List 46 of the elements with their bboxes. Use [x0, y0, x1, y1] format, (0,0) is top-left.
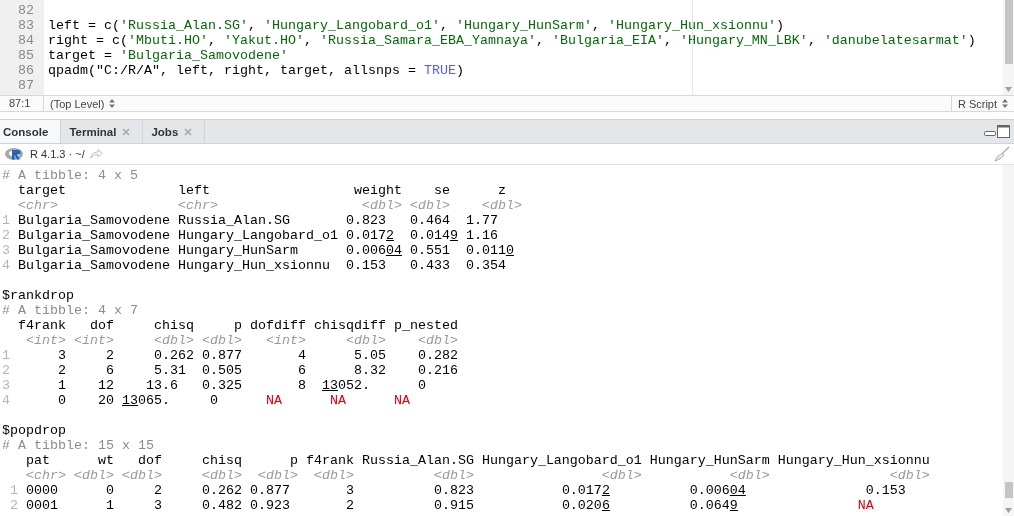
file-type-dropdown[interactable]: R Script — [950, 96, 1014, 111]
code-line: left = c('Russia_Alan.SG', 'Hungary_Langobard_o1', 'Hungary_HunSarm', 'Hungary_Hun_xsionnu') — [47, 18, 784, 33]
console-line: 4 0 20 13065. 0 NA NA NA — [2, 393, 411, 408]
console-line: 2 Bulgaria_Samovodene Hungary_Langobard_o1 0.0172 0.0149 1.16 — [2, 228, 499, 243]
r-version-path: R 4.1.3 · ~/ — [30, 148, 85, 160]
console-line: # A tibble: 15 x 15 — [2, 438, 155, 453]
scroll-down-icon[interactable] — [1005, 87, 1012, 92]
console-line: <chr> <chr> <dbl> <dbl> <dbl> — [17, 198, 523, 213]
scroll-thumb[interactable] — [1004, 482, 1013, 498]
console-pane-tab[interactable]: Jobs — [143, 120, 206, 143]
code-line: right = c('Mbuti.HO', 'Yakut.HO', 'Russia_Samara_EBA_Yamnaya', 'Bulgaria_EIA', 'Hungary_MN_LBK', 'danubelatesarmat') — [47, 33, 976, 48]
console-line: 1 Bulgaria_Samovodene Russia_Alan.SG 0.823 0.464 1.77 — [2, 213, 499, 228]
close-icon[interactable] — [122, 127, 131, 136]
updown-caret-icon — [1002, 99, 1008, 108]
code-line: target = 'Bulgaria_Samovodene' — [47, 48, 288, 63]
console-line: 2 2 6 5.31 0.505 6 8.32 0.216 — [2, 363, 459, 378]
updown-caret-icon — [109, 99, 116, 108]
broom-icon[interactable] — [994, 146, 1010, 162]
scroll-down-icon[interactable] — [1005, 508, 1012, 513]
scroll-thumb[interactable] — [1004, 0, 1013, 64]
scope-dropdown[interactable]: (Top Level) — [44, 96, 122, 111]
console-line: target left weight se z — [17, 183, 507, 198]
console-line: 1 0000 0 2 0.262 0.877 3 0.823 0.0172 0.00604 0.153 — [9, 483, 907, 498]
maximize-icon[interactable] — [997, 125, 1010, 138]
r-logo-icon — [5, 147, 25, 161]
console-line: 1 3 2 0.262 0.877 4 5.05 0.282 — [2, 348, 459, 363]
console-line: 3 1 12 13.6 0.325 8 13052. 0 — [2, 378, 427, 393]
console-line: pat wt dof chisq p f4rank Russia_Alan.SG Hungary_Langobard_o1 Hungary_HunSarm Hungary_Hun_xsionnu — [25, 453, 931, 468]
console-line: 4 Bulgaria_Samovodene Hungary_Hun_xsionnu 0.153 0.433 0.354 — [2, 258, 507, 273]
console-pane-tab[interactable]: Console — [0, 120, 62, 143]
console-pane-tab[interactable]: Terminal — [61, 120, 144, 143]
console-line: 3 Bulgaria_Samovodene Hungary_HunSarm 0.00604 0.551 0.0110 — [2, 243, 515, 258]
console-line: $popdrop — [2, 423, 67, 438]
console-line: <int> <int> <dbl> <dbl> <int> <dbl> <dbl> — [25, 333, 459, 348]
console-line: # A tibble: 4 x 7 — [2, 303, 139, 318]
console-line: f4rank dof chisq p dofdiff chisqdiff p_nested — [17, 318, 459, 333]
console-line: $rankdrop — [2, 288, 75, 303]
share-arrow-icon[interactable] — [89, 149, 103, 159]
console-line: <chr> <dbl> <dbl> <dbl> <dbl> <dbl> <dbl> <dbl> <dbl> <dbl> — [25, 468, 931, 483]
close-icon[interactable] — [184, 127, 193, 136]
cursor-position: 87:1 — [0, 96, 44, 111]
scrollbar[interactable] — [1003, 0, 1014, 95]
scrollbar[interactable] — [1003, 165, 1014, 516]
console-line: # A tibble: 4 x 5 — [2, 168, 139, 183]
code-line: qpadm("C:/R/A", left, right, target, allsnps = TRUE) — [47, 63, 464, 78]
console-line: 2 0001 1 3 0.482 0.923 2 0.915 0.0206 0.0649 NA — [9, 498, 875, 513]
